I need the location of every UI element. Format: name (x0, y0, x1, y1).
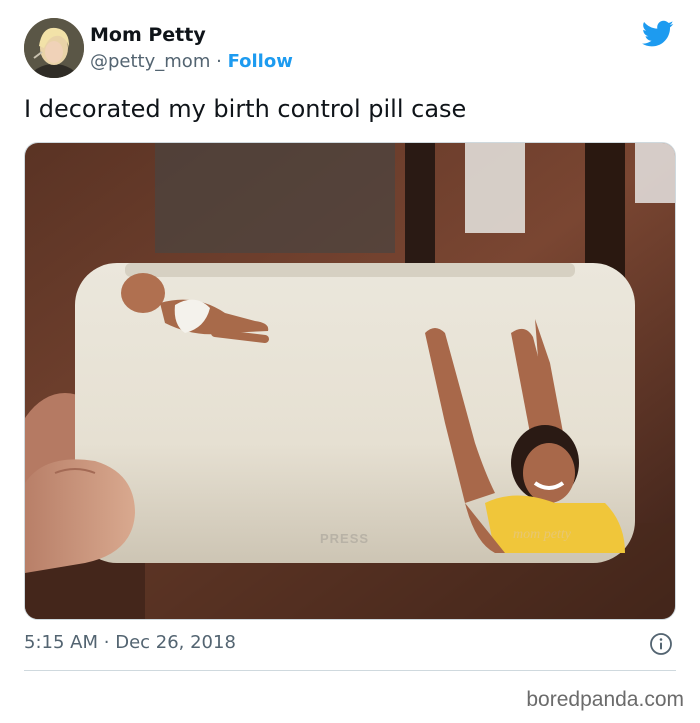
pill-case-photo: PRESS mom petty (25, 143, 675, 619)
handle-row: @petty_mom · Follow (90, 51, 293, 72)
tweet-time: 5:15 AM (24, 632, 98, 653)
avatar-image (24, 18, 84, 78)
tweet-photo[interactable]: PRESS mom petty (24, 142, 676, 620)
watermark: boredpanda.com (526, 688, 684, 711)
separator-dot: · (216, 51, 222, 72)
avatar[interactable] (24, 18, 84, 78)
case-signature: mom petty (513, 527, 572, 542)
user-handle[interactable]: @petty_mom (90, 51, 210, 72)
display-name[interactable]: Mom Petty (90, 24, 206, 46)
tweet-card: Mom Petty @petty_mom · Follow I decorate… (0, 0, 700, 723)
divider (24, 670, 676, 671)
follow-button[interactable]: Follow (228, 51, 293, 72)
twitter-bird-icon[interactable] (642, 20, 674, 48)
date-separator: · (103, 632, 110, 653)
tweet-timestamp[interactable]: 5:15 AM · Dec 26, 2018 (24, 632, 236, 653)
tweet-header: Mom Petty @petty_mom · Follow (24, 18, 676, 80)
tweet-date: Dec 26, 2018 (115, 632, 236, 653)
info-icon[interactable] (649, 632, 673, 656)
case-press-label: PRESS (320, 531, 369, 546)
tweet-text: I decorated my birth control pill case (24, 95, 467, 123)
